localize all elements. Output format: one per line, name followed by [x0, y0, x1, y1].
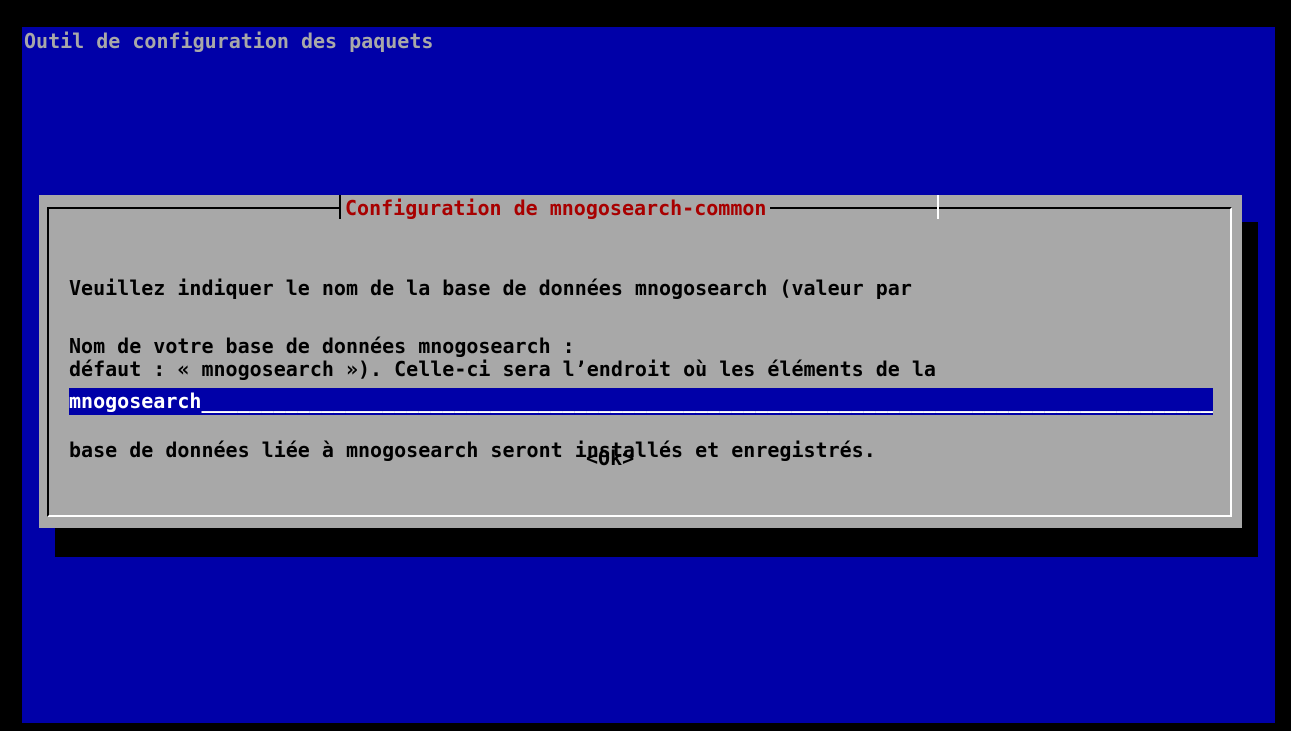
screen: Outil de configuration des paquets Confi… — [0, 0, 1291, 731]
dialog-title: Configuration de mnogosearch-common — [341, 195, 771, 221]
input-value: mnogosearch — [69, 389, 202, 413]
config-dialog: Configuration de mnogosearch-common Veui… — [39, 195, 1242, 528]
description-line: base de données liée à mnogosearch seron… — [69, 438, 876, 462]
title-divider-right — [937, 195, 939, 219]
input-fill: ________________________________________… — [201, 389, 1213, 413]
ok-button[interactable]: <Ok> — [586, 445, 634, 472]
dialog-description: Veuillez indiquer le nom de la base de d… — [69, 221, 936, 518]
database-name-input[interactable]: mnogosearch_____________________________… — [69, 388, 1213, 415]
description-line: Veuillez indiquer le nom de la base de d… — [69, 276, 912, 300]
app-title: Outil de configuration des paquets — [24, 29, 434, 53]
database-name-prompt: Nom de votre base de données mnogosearch… — [69, 334, 575, 358]
description-line: défaut : « mnogosearch »). Celle-ci sera… — [69, 357, 936, 381]
